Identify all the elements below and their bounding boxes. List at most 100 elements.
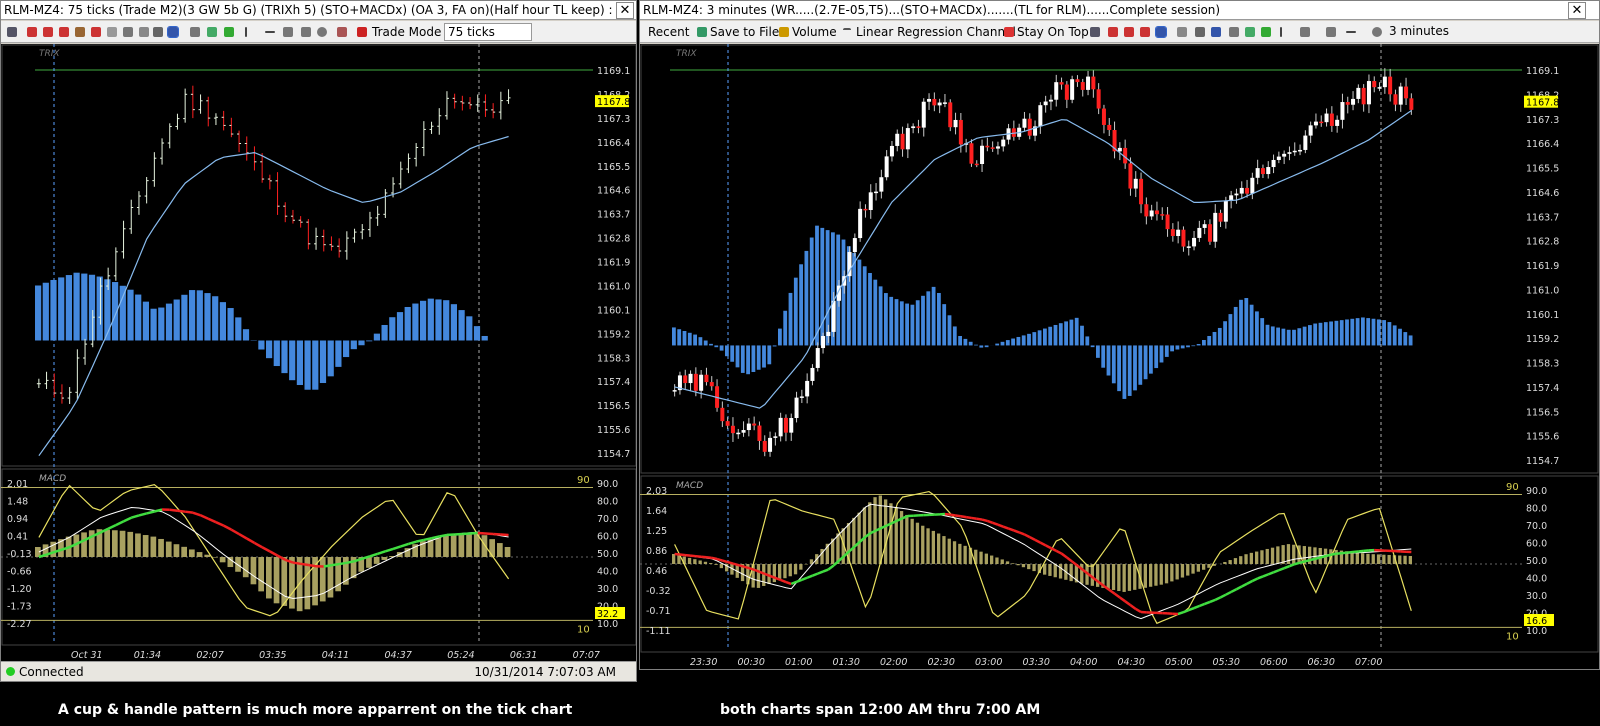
signal-line-segment	[308, 563, 317, 568]
crosshair-icon[interactable]	[7, 27, 17, 37]
signal-line-segment	[107, 523, 117, 530]
volume-button[interactable]: Volume	[792, 21, 837, 42]
layout-icon[interactable]	[1211, 27, 1221, 37]
macd-histogram-bar	[196, 552, 203, 557]
trix-histogram-bar	[910, 304, 915, 346]
trix-histogram-bar	[227, 308, 234, 341]
macd-histogram-bar	[1355, 552, 1359, 564]
tick-chart-toolbar: Trade Mode 75 ticks	[1, 21, 636, 43]
arrow-right-icon[interactable]	[224, 27, 234, 37]
cursor-icon[interactable]	[1155, 26, 1167, 38]
ellipse-tool-icon[interactable]	[1372, 27, 1382, 37]
rect-tool-icon[interactable]	[1326, 27, 1336, 37]
trix-histogram-bar	[1101, 345, 1106, 368]
trix-histogram-bar	[335, 340, 342, 367]
zoom-area-icon[interactable]	[59, 27, 69, 37]
minute-chart-window[interactable]: RLM-MZ4: 3 minutes (WR.....(2.7E-05,T5).…	[639, 0, 1600, 670]
signal-line-segment	[737, 563, 744, 568]
trix-histogram-bar	[714, 345, 719, 348]
stochastic-line	[674, 490, 1412, 625]
price-candle	[1165, 214, 1170, 230]
ellipse-tool-icon[interactable]	[317, 27, 327, 37]
stay-on-top-button[interactable]: Stay On Top	[1017, 21, 1089, 42]
macd-histogram-bar	[458, 533, 465, 557]
rect-tool-icon[interactable]	[283, 27, 293, 37]
cross-tool-icon[interactable]	[1300, 27, 1310, 37]
save-to-file-button[interactable]: Save to File	[710, 21, 779, 42]
trix-histogram-bar	[1117, 345, 1121, 392]
panel-icon[interactable]	[153, 27, 163, 37]
ray-tool-icon[interactable]	[301, 27, 311, 37]
link-icon[interactable]	[1245, 27, 1255, 37]
trix-histogram-bar	[682, 331, 687, 346]
trix-histogram-bar	[204, 293, 211, 341]
trix-histogram-bar	[1149, 345, 1153, 374]
price-tick: 1161.0	[1526, 285, 1559, 296]
tick-chart-close-button[interactable]: ✕	[616, 2, 634, 19]
crosshair-icon[interactable]	[1090, 27, 1100, 37]
tick-chart-canvas[interactable]: TRIXMACD1169.11168.21167.31166.41165.511…	[1, 44, 637, 663]
zoom-in-icon[interactable]	[1108, 27, 1118, 37]
signal-line-segment	[1251, 577, 1259, 583]
tick-chart-window[interactable]: RLM-MZ4: 75 ticks (Trade M2)(3 GW 5b G) …	[0, 0, 637, 682]
signal-line-segment	[384, 547, 394, 553]
signal-line-segment	[1358, 549, 1364, 553]
macd-histogram-bar	[1398, 555, 1402, 564]
bars-icon[interactable]	[91, 27, 101, 37]
properties-icon[interactable]	[1177, 27, 1187, 37]
eraser-icon[interactable]	[357, 27, 367, 37]
zoom-out-icon[interactable]	[43, 27, 53, 37]
minute-chart-canvas[interactable]: TRIXMACD1169.11168.21167.31166.41165.511…	[640, 44, 1600, 670]
linear-regression-channel-button[interactable]: Linear Regression Channel	[856, 21, 1016, 42]
grid-icon[interactable]	[107, 27, 117, 37]
layout-icon[interactable]	[167, 26, 179, 38]
tick-interval-select[interactable]: 75 ticks	[444, 23, 532, 41]
hand-icon[interactable]	[75, 27, 85, 37]
zoom-out-icon[interactable]	[1124, 27, 1134, 37]
signal-line-segment	[690, 554, 696, 558]
line-tool-icon[interactable]	[1280, 27, 1282, 37]
macd-histogram-bar	[1244, 554, 1248, 564]
signal-line-segment	[1262, 573, 1269, 578]
trix-histogram-bar	[1154, 345, 1159, 369]
minute-chart-title: RLM-MZ4: 3 minutes (WR.....(2.7E-05,T5).…	[640, 1, 1599, 20]
macd-histogram-bar	[104, 529, 110, 557]
trade-mode-label[interactable]: Trade Mode	[372, 21, 441, 42]
arrow-right-icon[interactable]	[1261, 27, 1271, 37]
trix-label: TRIX	[39, 49, 60, 59]
price-candle	[1107, 124, 1112, 131]
price-candle	[720, 407, 725, 422]
properties-icon[interactable]	[139, 27, 149, 37]
trix-histogram-bar	[1249, 304, 1254, 346]
zoom-area-icon[interactable]	[1140, 27, 1150, 37]
panel-icon[interactable]	[1195, 27, 1205, 37]
macd-histogram-bar	[1106, 564, 1110, 589]
trix-histogram-bar	[1016, 336, 1021, 346]
indicators-icon[interactable]	[190, 27, 200, 37]
trix-histogram-bar	[1159, 345, 1164, 363]
trix-histogram-bar	[995, 343, 1000, 346]
recent-menu[interactable]: Recent	[648, 21, 689, 42]
line-tool-icon[interactable]	[245, 27, 247, 37]
time-tick: 05:30	[1213, 657, 1240, 668]
price-candle	[1149, 210, 1154, 217]
price-tick: 1166.4	[597, 138, 630, 149]
pencil-icon[interactable]	[337, 27, 347, 37]
minute-interval-select[interactable]: 3 minutes	[1386, 23, 1466, 41]
price-candle	[1080, 82, 1085, 90]
trix-histogram-bar	[1196, 344, 1201, 346]
hline-tool-icon[interactable]	[1346, 31, 1356, 33]
cursor-icon[interactable]	[123, 27, 133, 37]
hline-tool-icon[interactable]	[265, 31, 275, 33]
indicators-icon[interactable]	[1229, 27, 1239, 37]
price-candle	[736, 432, 741, 435]
price-candle	[974, 163, 979, 166]
signal-line-segment	[785, 580, 792, 586]
minute-chart-close-button[interactable]: ✕	[1568, 2, 1586, 19]
trix-histogram-bar	[762, 345, 766, 368]
zoom-in-icon[interactable]	[27, 27, 37, 37]
link-icon[interactable]	[207, 27, 217, 37]
trix-histogram-bar	[127, 289, 134, 341]
trix-histogram-bar	[58, 277, 65, 341]
trix-histogram-bar	[135, 294, 142, 341]
